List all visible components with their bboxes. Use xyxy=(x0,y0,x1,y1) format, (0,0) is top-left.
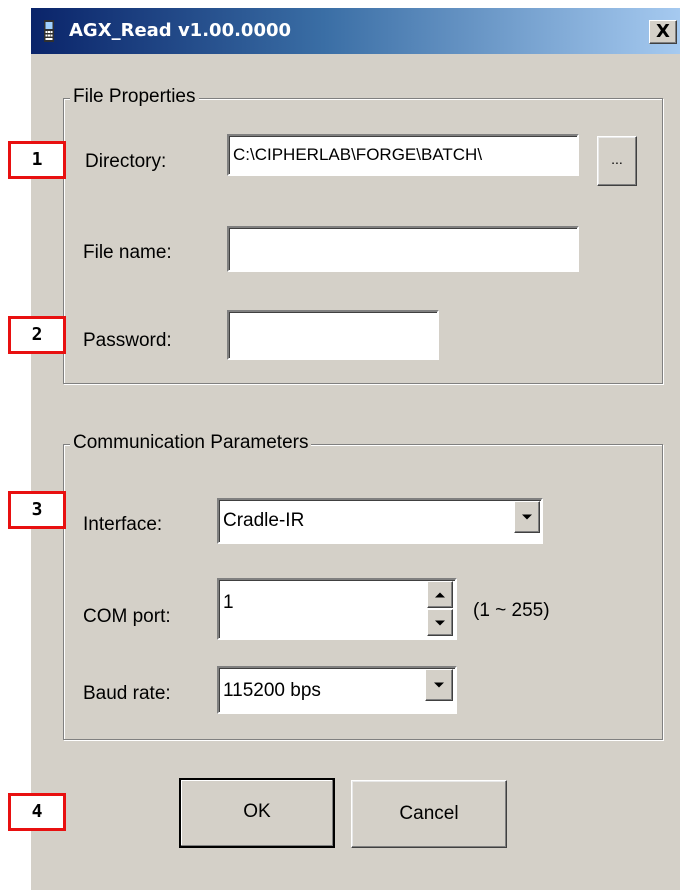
directory-input[interactable]: C:\CIPHERLAB\FORGE\BATCH\ xyxy=(227,134,579,176)
close-button[interactable]: X xyxy=(649,20,677,44)
communication-parameters-legend: Communication Parameters xyxy=(70,432,312,454)
ok-button-label: OK xyxy=(243,801,271,822)
browse-button-label: ... xyxy=(611,151,623,167)
com-port-decrement-button[interactable] xyxy=(427,609,453,636)
title-bar[interactable]: AGX_Read v1.00.0000 X xyxy=(31,8,680,54)
callout-4: 4 xyxy=(8,793,66,831)
callout-1: 1 xyxy=(8,141,66,179)
handheld-terminal-icon xyxy=(44,20,54,42)
cancel-button[interactable]: Cancel xyxy=(351,780,507,848)
callout-3: 3 xyxy=(8,491,66,529)
browse-button[interactable]: ... xyxy=(597,136,637,186)
password-input[interactable] xyxy=(227,310,439,360)
cancel-button-label: Cancel xyxy=(399,803,459,824)
baud-rate-dropdown-button[interactable] xyxy=(425,669,453,701)
baud-rate-label: Baud rate: xyxy=(83,683,171,704)
interface-select[interactable]: Cradle-IR xyxy=(217,498,543,544)
com-port-label: COM port: xyxy=(83,606,171,627)
directory-label: Directory: xyxy=(85,151,167,172)
callout-2: 2 xyxy=(8,316,66,354)
filename-label: File name: xyxy=(83,242,172,263)
file-properties-legend: File Properties xyxy=(70,86,199,108)
close-icon: X xyxy=(656,21,670,42)
baud-rate-select[interactable]: 115200 bps xyxy=(217,666,457,714)
ok-button[interactable]: OK xyxy=(179,778,335,848)
com-port-range: (1 ~ 255) xyxy=(473,600,550,621)
com-port-input[interactable]: 1 xyxy=(217,578,457,640)
window-title: AGX_Read v1.00.0000 xyxy=(69,20,292,41)
dialog-window: AGX_Read v1.00.0000 X File Properties Di… xyxy=(30,8,680,890)
interface-label: Interface: xyxy=(83,514,163,535)
chevron-down-icon xyxy=(522,514,532,520)
interface-dropdown-button[interactable] xyxy=(514,501,540,533)
arrow-up-icon xyxy=(435,592,445,597)
chevron-down-icon xyxy=(434,682,444,688)
com-port-increment-button[interactable] xyxy=(427,581,453,608)
password-label: Password: xyxy=(83,330,172,351)
arrow-down-icon xyxy=(435,620,445,625)
filename-input[interactable] xyxy=(227,226,579,272)
